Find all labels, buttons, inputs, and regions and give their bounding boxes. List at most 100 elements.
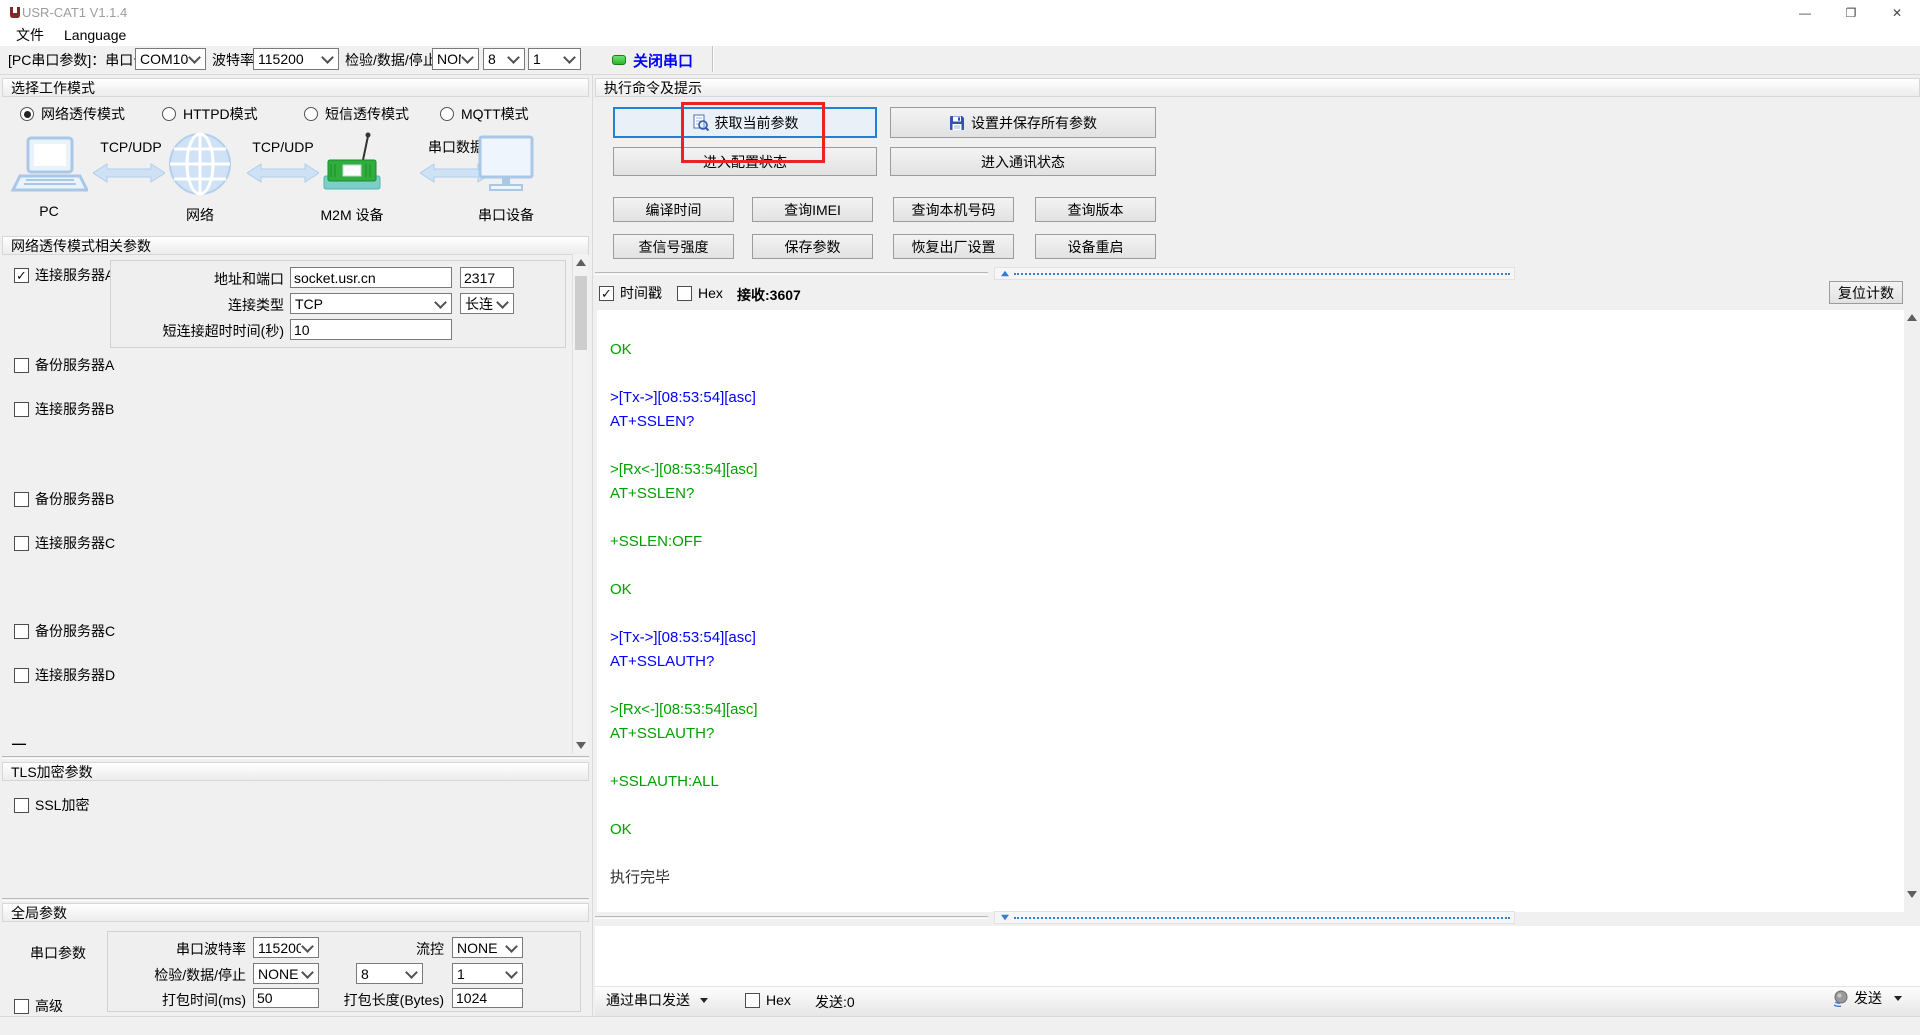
bottom-splitter-strip[interactable] — [994, 911, 1515, 924]
scroll-down-icon[interactable] — [1907, 891, 1917, 898]
g-parity-select[interactable]: NONE — [253, 963, 319, 984]
cb-connect-server-c[interactable]: 连接服务器C — [14, 534, 115, 552]
keepalive-value: 长连 — [465, 295, 493, 312]
close-button[interactable]: ✕ — [1874, 0, 1920, 26]
server-a-address-input[interactable] — [290, 267, 452, 288]
log-line: >[Tx->][08:53:54][asc] — [610, 389, 756, 406]
menu-file[interactable]: 文件 — [12, 24, 48, 46]
log-line: AT+SSLEN? — [610, 413, 695, 430]
cb-timestamp[interactable]: 时间戳 — [599, 284, 662, 302]
serial-group-label: [PC串口参数]：串口号 — [8, 52, 148, 68]
cmd-button-compile-time[interactable]: 编译时间 — [613, 197, 734, 222]
cmd-button-reboot[interactable]: 设备重启 — [1035, 234, 1156, 259]
g-baud-select[interactable]: 115200 — [253, 937, 319, 958]
packtime-input[interactable] — [253, 988, 319, 1008]
cmd-button-query-number[interactable]: 查询本机号码 — [893, 197, 1014, 222]
g-baud-label: 串口波特率 — [176, 941, 246, 957]
send-horn-icon — [1833, 990, 1848, 1007]
diagram-link1-label: TCP/UDP — [100, 139, 162, 155]
cb-backup-server-b[interactable]: 备份服务器B — [14, 490, 114, 508]
send-label: 发送 — [1854, 990, 1882, 1006]
cmd-button-query-imei[interactable]: 查询IMEI — [752, 197, 873, 222]
cb-connect-server-a[interactable]: 连接服务器A — [14, 266, 114, 284]
cb-connect-server-b[interactable]: 连接服务器B — [14, 400, 114, 418]
send-via-dropdown[interactable]: 通过串口发送 — [606, 991, 708, 1009]
scrollbar-thumb[interactable] — [574, 276, 587, 350]
send-button[interactable]: 发送 — [1832, 989, 1902, 1007]
chevron-down-icon — [505, 939, 518, 953]
checkbox-icon — [745, 992, 760, 1008]
log-scrollbar[interactable] — [1904, 310, 1920, 912]
recv-counter: 接收:3607 — [737, 287, 801, 303]
chevron-down-icon — [321, 51, 334, 64]
cb-ssl[interactable]: SSL加密 — [14, 796, 89, 814]
cmd-button-signal[interactable]: 查信号强度 — [613, 234, 734, 259]
databits-select[interactable]: 8 — [483, 48, 525, 70]
close-port-button[interactable]: 关闭串口 — [612, 48, 693, 72]
cb-backup-server-a[interactable]: 备份服务器A — [14, 356, 114, 374]
cb-connect-server-d[interactable]: 连接服务器D — [14, 666, 115, 684]
flow-select[interactable]: NONE — [452, 937, 523, 958]
reset-counter-button[interactable]: 复位计数 — [1829, 281, 1903, 304]
parity-select[interactable]: NONI — [432, 48, 479, 70]
maximize-button[interactable]: ❐ — [1828, 0, 1874, 26]
set-save-params-button[interactable]: 设置并保存所有参数 — [890, 107, 1156, 138]
scroll-up-icon[interactable] — [575, 259, 586, 266]
radio-mqtt-mode[interactable]: MQTT模式 — [440, 105, 529, 123]
left-panel-scrollbar[interactable] — [572, 254, 588, 754]
g-stopbits-select[interactable]: 1 — [452, 963, 523, 984]
chevron-down-icon — [505, 965, 518, 979]
cb-send-hex[interactable]: Hex — [745, 991, 791, 1009]
log-line: >[Rx<-][08:53:54][asc] — [610, 461, 758, 478]
parity-label: 检验/数据/停止 — [345, 52, 437, 68]
cmd-button-save-params[interactable]: 保存参数 — [752, 234, 873, 259]
ssl-label: SSL加密 — [35, 797, 90, 813]
timeout-input[interactable] — [290, 319, 452, 340]
cmd-button-factory-reset[interactable]: 恢复出厂设置 — [893, 234, 1014, 259]
stopbits-select[interactable]: 1 — [528, 48, 581, 70]
g-databits-select[interactable]: 8 — [356, 963, 423, 984]
radio-net-mode[interactable]: 网络透传模式 — [20, 105, 125, 123]
recv-hex-label: Hex — [698, 285, 723, 301]
splitter-down-icon[interactable] — [1001, 914, 1009, 921]
server-a-port-input[interactable] — [460, 267, 514, 288]
radio-httpd-mode[interactable]: HTTPD模式 — [162, 105, 258, 123]
tls-header: TLS加密参数 — [2, 762, 589, 781]
baud-select[interactable]: 115200 — [253, 48, 339, 70]
checkbox-icon — [14, 491, 29, 507]
sent-counter: 发送:0 — [815, 994, 855, 1010]
cb-recv-hex[interactable]: Hex — [677, 284, 723, 302]
top-splitter-strip[interactable] — [994, 267, 1515, 280]
com-port-select[interactable]: COM10 — [135, 48, 206, 70]
scroll-down-icon[interactable] — [576, 742, 586, 749]
checkbox-icon — [14, 401, 29, 417]
send-via-label: 通过串口发送 — [606, 992, 690, 1008]
get-params-button[interactable]: 获取当前参数 — [613, 107, 877, 138]
splitter-up-icon[interactable] — [1001, 270, 1009, 277]
minimize-button[interactable]: — — [1782, 0, 1828, 26]
cmd-button-query-version[interactable]: 查询版本 — [1035, 197, 1156, 222]
packlen-input[interactable] — [452, 988, 523, 1008]
cb-backup-server-c[interactable]: 备份服务器C — [14, 622, 115, 640]
log-output[interactable]: OK >[Tx->][08:53:54][asc] AT+SSLEN? >[Rx<… — [597, 310, 1904, 912]
radio-sms-mode[interactable]: 短信透传模式 — [304, 105, 409, 123]
status-bar — [0, 1016, 1920, 1035]
checkbox-icon — [599, 285, 614, 301]
conn-type-select[interactable]: TCP — [290, 293, 452, 314]
chevron-down-icon — [434, 295, 447, 309]
menu-language[interactable]: Language — [60, 26, 130, 44]
net-params-header: 网络透传模式相关参数 — [2, 236, 589, 255]
radio-httpd-label: HTTPD模式 — [183, 106, 258, 122]
diagram-network-label: 网络 — [186, 207, 214, 223]
scroll-up-icon[interactable] — [1907, 314, 1917, 321]
enter-comm-button[interactable]: 进入通讯状态 — [890, 147, 1156, 176]
addr-label: 地址和端口 — [214, 271, 284, 287]
log-line: +SSLEN:OFF — [610, 533, 703, 550]
send-input-area[interactable] — [595, 926, 1920, 986]
enter-config-button[interactable]: 进入配置状态 — [613, 147, 877, 176]
keepalive-select[interactable]: 长连 — [460, 293, 514, 314]
cb-advanced[interactable]: 高级 — [14, 997, 63, 1015]
